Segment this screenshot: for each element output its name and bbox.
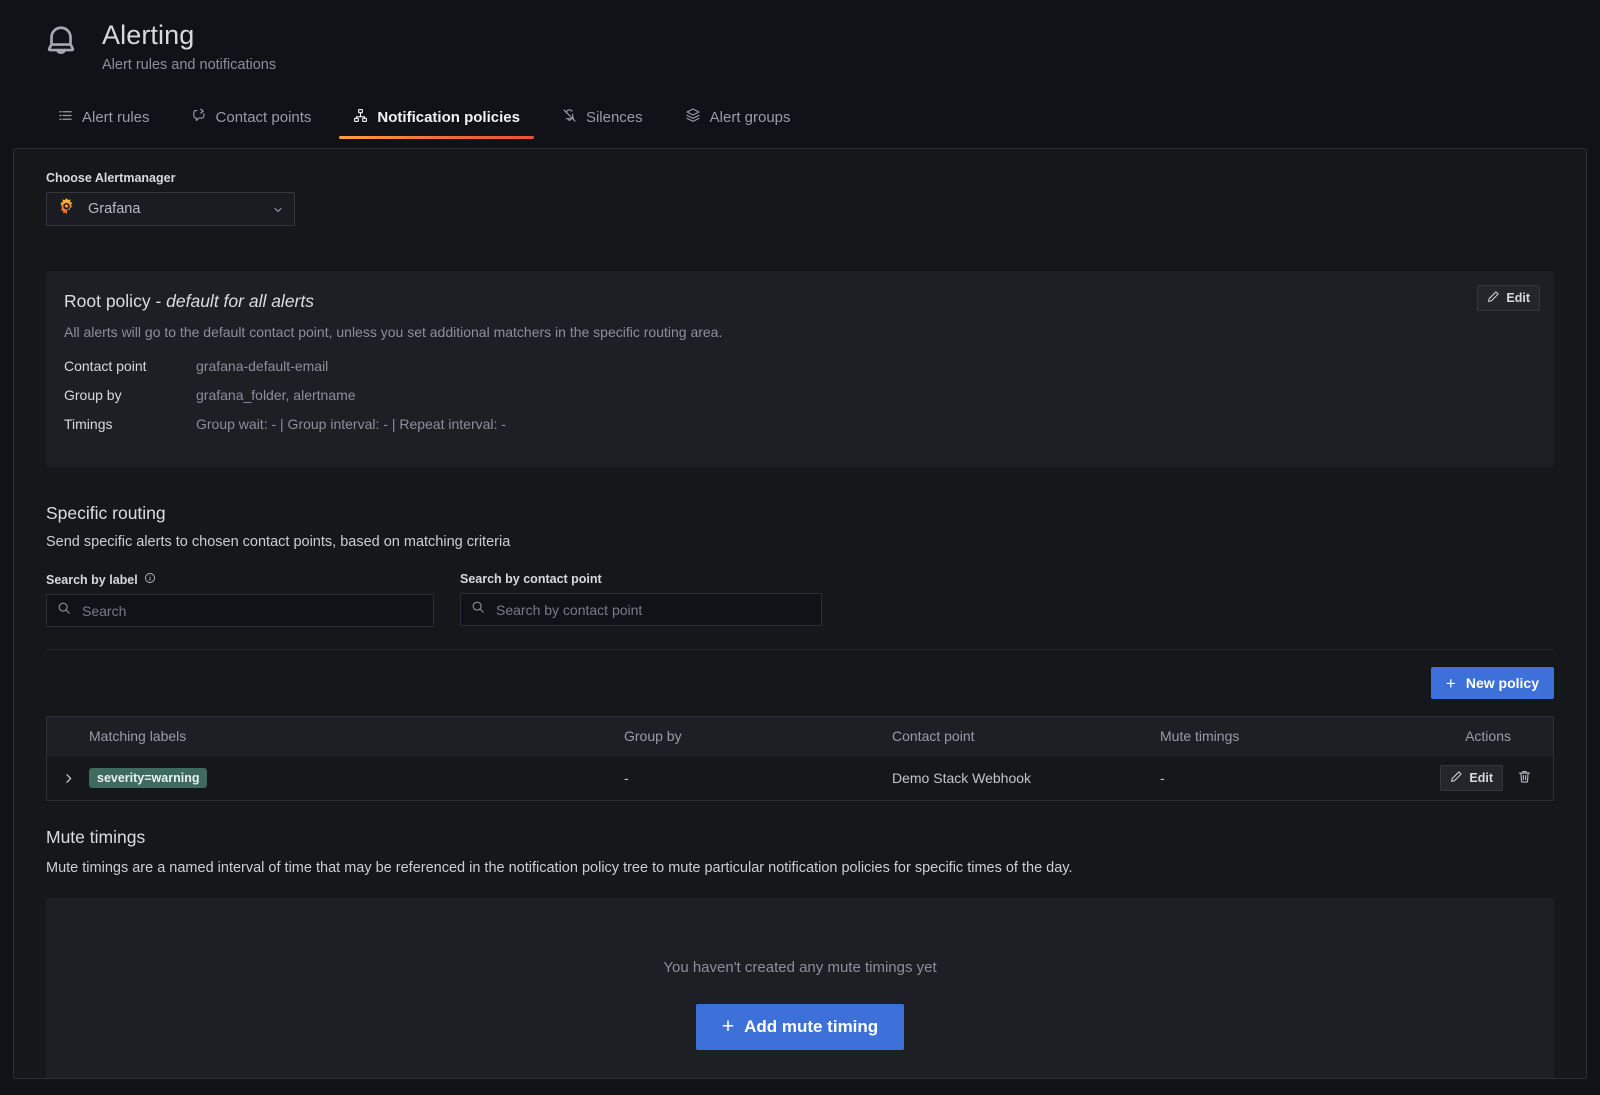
title-block: Alerting Alert rules and notifications xyxy=(102,18,276,73)
page-header: Alerting Alert rules and notifications xyxy=(0,0,1600,73)
content-inner: Choose Alertmanager xyxy=(14,149,1586,1079)
search-input[interactable] xyxy=(80,602,423,620)
root-policy-field-group-by: Group by grafana_folder, alertname xyxy=(64,387,1530,403)
plus-icon: + xyxy=(1446,675,1456,692)
bell-icon xyxy=(38,18,84,66)
root-policy-title: Root policy - default for all alerts xyxy=(64,291,1530,312)
root-policy-field-contact-point: Contact point grafana-default-email xyxy=(64,358,1530,374)
pencil-icon xyxy=(1450,770,1463,786)
search-by-contact-point-group: Search by contact point xyxy=(460,572,822,627)
contact-point-header: Contact point xyxy=(892,728,1160,744)
mute-timings-header: Mute timings xyxy=(1160,728,1425,744)
table-header: Matching labels Group by Contact point M… xyxy=(47,717,1553,755)
root-policy-title-sep: - xyxy=(151,291,167,311)
alertmanager-picker: Choose Alertmanager xyxy=(46,171,1554,226)
edit-label: Edit xyxy=(1469,771,1493,785)
tab-silences[interactable]: Silences xyxy=(548,108,657,139)
info-circle-icon[interactable] xyxy=(144,572,156,587)
tab-label: Alert rules xyxy=(82,109,150,126)
search-icon xyxy=(57,601,71,620)
field-value: Group wait: - | Group interval: - | Repe… xyxy=(196,416,506,432)
search-by-label-box[interactable] xyxy=(46,594,434,627)
trash-icon xyxy=(1517,769,1532,787)
group-by-cell: - xyxy=(624,770,892,786)
tab-label: Alert groups xyxy=(710,109,791,126)
matching-labels-cell: severity=warning xyxy=(89,768,624,789)
search-by-contact-point-box[interactable] xyxy=(460,593,822,626)
grafana-logo-icon xyxy=(57,197,76,221)
sitemap-icon xyxy=(353,108,368,127)
row-edit-button[interactable]: Edit xyxy=(1440,765,1503,791)
tab-label: Contact points xyxy=(216,109,312,126)
search-by-label-group: Search by label xyxy=(46,572,434,627)
field-key: Group by xyxy=(64,387,196,403)
tab-alert-groups[interactable]: Alert groups xyxy=(671,107,805,139)
mute-timings-description: Mute timings are a named interval of tim… xyxy=(46,860,1554,876)
field-key: Contact point xyxy=(64,358,196,374)
plus-icon: + xyxy=(722,1016,734,1037)
list-icon xyxy=(58,108,73,127)
field-value: grafana-default-email xyxy=(196,358,328,374)
content-panel: Choose Alertmanager xyxy=(13,148,1587,1079)
mute-timings-empty-state: You haven't created any mute timings yet… xyxy=(46,898,1554,1079)
actions-cell: Edit xyxy=(1425,765,1553,791)
divider xyxy=(46,649,1554,650)
tab-alert-rules[interactable]: Alert rules xyxy=(44,108,164,139)
add-mute-timing-label: Add mute timing xyxy=(744,1017,878,1037)
search-icon xyxy=(471,600,485,619)
empty-state-text: You haven't created any mute timings yet xyxy=(663,959,936,976)
comment-share-icon xyxy=(192,108,207,127)
contact-label-text: Search by contact point xyxy=(460,572,602,586)
chevron-right-icon[interactable] xyxy=(47,772,89,785)
mute-timings-title: Mute timings xyxy=(46,827,1554,848)
tab-contact-points[interactable]: Contact points xyxy=(178,108,326,139)
field-value: grafana_folder, alertname xyxy=(196,387,356,403)
root-policy-title-main: Root policy xyxy=(64,291,151,311)
new-policy-row: + New policy xyxy=(46,667,1554,699)
root-policy-card: Root policy - default for all alerts All… xyxy=(46,271,1554,467)
root-policy-title-emphasis: default for all alerts xyxy=(166,291,314,311)
specific-routing-description: Send specific alerts to chosen contact p… xyxy=(46,534,1554,550)
tab-label: Silences xyxy=(586,109,643,126)
row-delete-button[interactable] xyxy=(1511,765,1537,791)
search-row: Search by label xyxy=(46,572,1554,627)
matching-label-badge: severity=warning xyxy=(89,768,207,789)
pencil-icon xyxy=(1487,290,1500,306)
root-policy-field-timings: Timings Group wait: - | Group interval: … xyxy=(64,416,1530,432)
policies-table: Matching labels Group by Contact point M… xyxy=(46,716,1554,801)
matching-labels-header: Matching labels xyxy=(89,728,624,744)
search-by-contact-point-label: Search by contact point xyxy=(460,572,822,586)
tab-label: Notification policies xyxy=(377,109,520,126)
root-policy-fields: Contact point grafana-default-email Grou… xyxy=(64,358,1530,432)
specific-routing-title: Specific routing xyxy=(46,503,1554,524)
contact-point-cell: Demo Stack Webhook xyxy=(892,770,1160,786)
group-by-header: Group by xyxy=(624,728,892,744)
alertmanager-select[interactable]: Grafana xyxy=(46,192,295,226)
page-subtitle: Alert rules and notifications xyxy=(102,57,276,73)
tab-notification-policies[interactable]: Notification policies xyxy=(339,108,534,139)
edit-label: Edit xyxy=(1506,291,1530,305)
mute-timings-cell: - xyxy=(1160,770,1425,786)
bell-slash-icon xyxy=(562,108,577,127)
page-title: Alerting xyxy=(102,20,276,51)
layer-group-icon xyxy=(685,107,701,127)
field-key: Timings xyxy=(64,416,196,432)
new-policy-button[interactable]: + New policy xyxy=(1431,667,1554,699)
new-policy-label: New policy xyxy=(1466,675,1539,691)
chevron-down-icon[interactable] xyxy=(272,203,284,215)
alertmanager-value: Grafana xyxy=(88,201,272,217)
table-row: severity=warning - Demo Stack Webhook - xyxy=(47,755,1553,800)
alerting-page: Alerting Alert rules and notifications A… xyxy=(0,0,1600,1095)
actions-header: Actions xyxy=(1425,728,1553,744)
root-policy-edit-button[interactable]: Edit xyxy=(1477,285,1540,311)
add-mute-timing-button[interactable]: + Add mute timing xyxy=(696,1004,904,1050)
tab-bar: Alert rules Contact points Notificat xyxy=(0,97,1600,139)
contact-point-search-input[interactable] xyxy=(494,601,811,619)
alertmanager-label: Choose Alertmanager xyxy=(46,171,1554,185)
root-policy-description: All alerts will go to the default contac… xyxy=(64,324,1530,340)
search-by-label-label: Search by label xyxy=(46,572,434,587)
search-label-text: Search by label xyxy=(46,573,138,587)
